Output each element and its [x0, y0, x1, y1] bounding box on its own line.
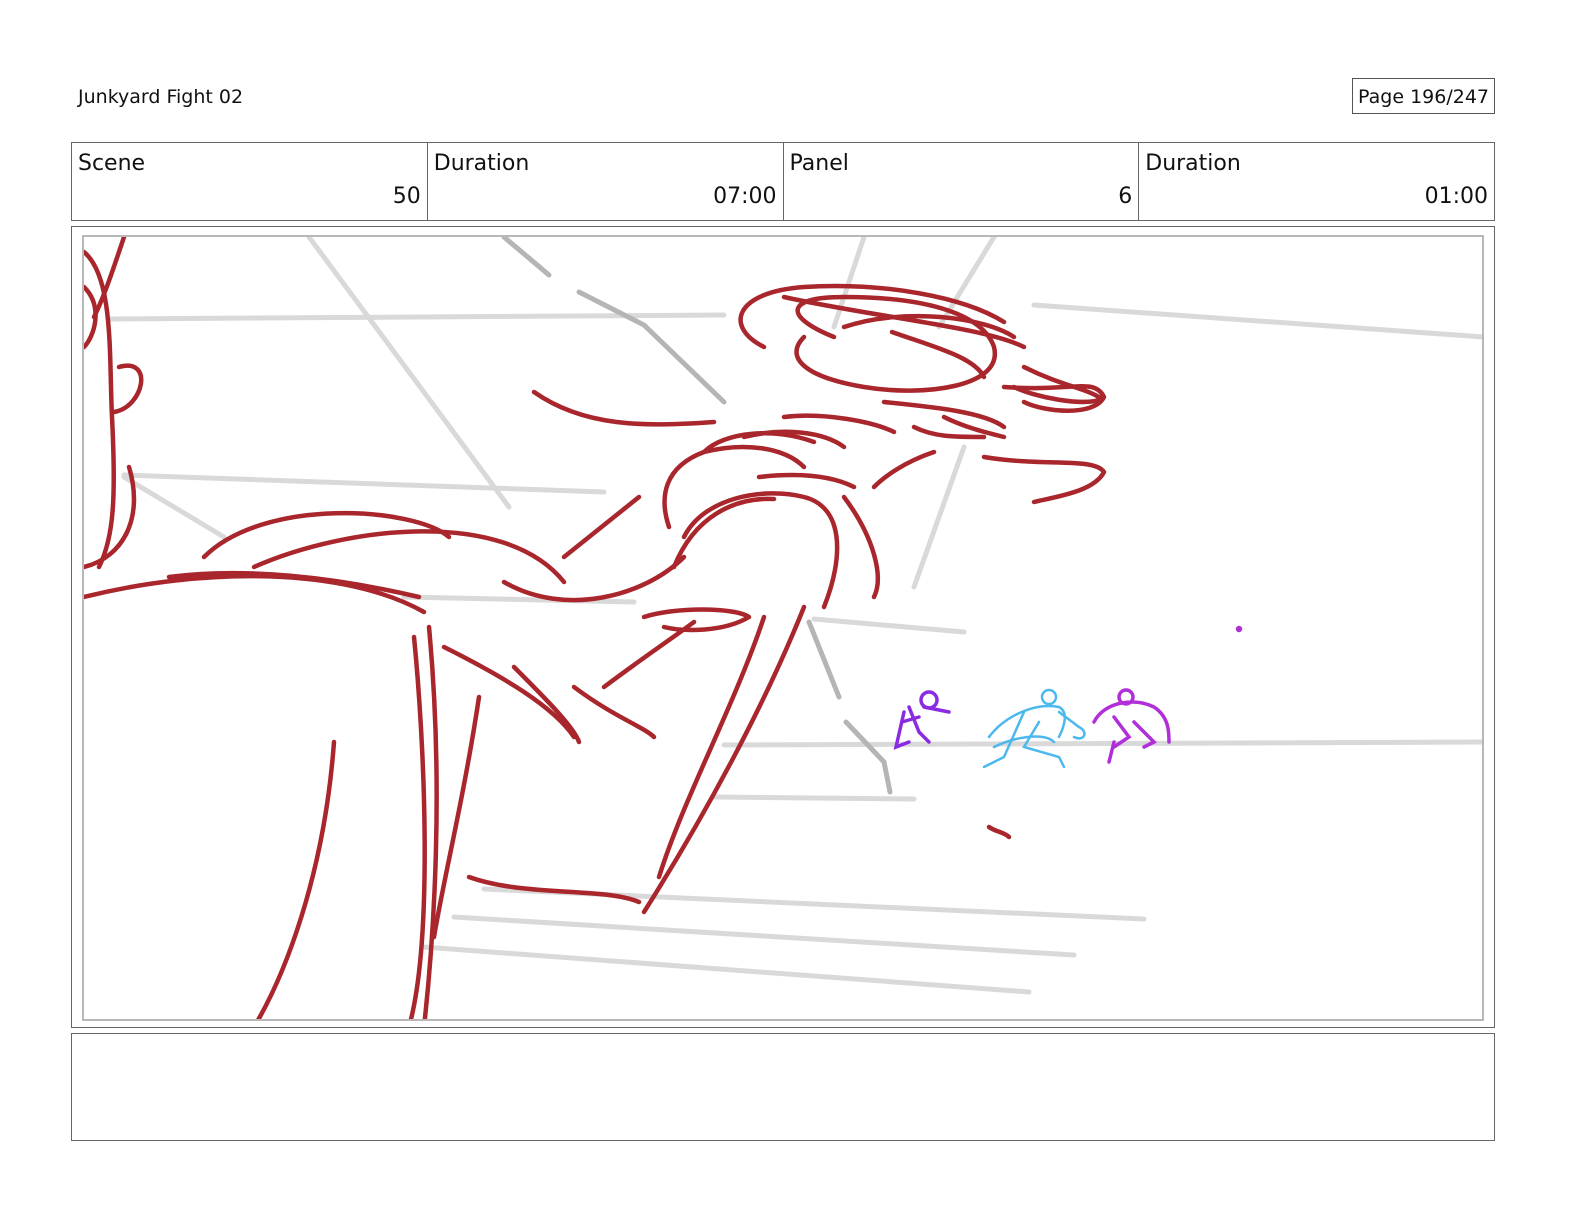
scene-value: 50 [392, 184, 421, 209]
panel-duration-value: 01:00 [1424, 184, 1488, 209]
scene-cell: Scene 50 [72, 143, 428, 220]
scene-duration-value: 07:00 [713, 184, 777, 209]
panel-frame [71, 226, 1495, 1028]
document-title: Junkyard Fight 02 [78, 86, 244, 108]
panel-value: 6 [1118, 184, 1133, 209]
blue-figure [982, 688, 1086, 769]
panel-duration-label: Duration [1145, 151, 1241, 176]
foreground-character-sketch [84, 237, 1107, 1019]
panel-duration-cell: Duration 01:00 [1139, 143, 1494, 220]
page-number: Page 196/247 [1352, 78, 1495, 114]
scene-duration-cell: Duration 07:00 [428, 143, 784, 220]
notes-box [71, 1033, 1495, 1141]
purple-figure [893, 690, 951, 750]
scene-label: Scene [78, 151, 146, 176]
background-sketch-darker [501, 237, 893, 795]
panel-label: Panel [789, 151, 849, 176]
storyboard-sketch [84, 237, 1482, 1019]
panel-image-area [82, 235, 1484, 1021]
panel-cell: Panel 6 [784, 143, 1140, 220]
scene-duration-label: Duration [433, 151, 530, 176]
info-table: Scene 50 Duration 07:00 Panel 6 Duration… [71, 142, 1495, 221]
